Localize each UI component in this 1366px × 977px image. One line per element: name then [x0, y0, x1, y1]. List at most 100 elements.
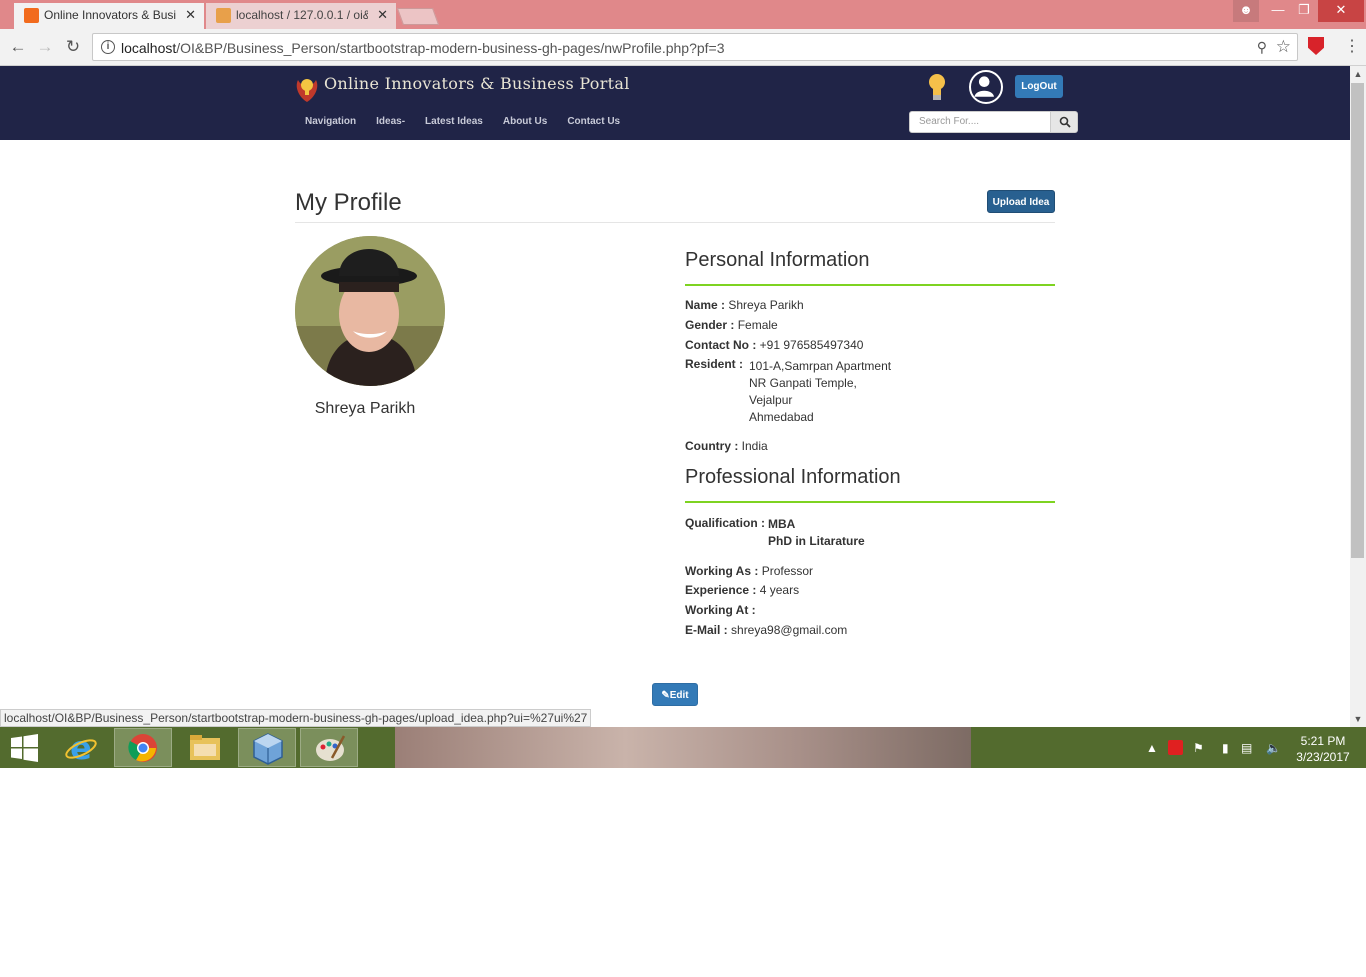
address-block: 101-A,Samrpan Apartment NR Ganpati Templ…	[749, 358, 891, 426]
cube-app-icon	[253, 733, 283, 765]
action-center-flag-icon[interactable]: ⚑	[1193, 741, 1204, 755]
taskbar-chrome[interactable]	[114, 728, 172, 767]
search-button[interactable]	[1050, 111, 1078, 133]
windows-start-icon[interactable]	[11, 734, 39, 762]
lightbulb-icon[interactable]	[927, 72, 947, 102]
page-scrollbar[interactable]: ▲ ▼	[1350, 66, 1366, 727]
forward-arrow-icon[interactable]: →	[34, 36, 56, 58]
upload-idea-button[interactable]: Upload Idea	[987, 190, 1055, 213]
antivirus-tray-icon[interactable]	[1168, 740, 1183, 755]
professional-info-heading: Professional Information	[685, 466, 901, 488]
experience-value: 4 years	[759, 583, 800, 597]
tab-online-innovators[interactable]: Online Innovators & Business Portal ✕	[14, 3, 204, 29]
name-row: Name : Shreya Parikh	[685, 298, 804, 312]
profile-icon[interactable]: ☻	[1233, 0, 1259, 22]
taskbar-paint[interactable]	[300, 728, 358, 767]
address-line: NR Ganpati Temple,	[749, 376, 857, 390]
nav-ideas-label: Ideas	[376, 116, 402, 127]
edit-profile-button[interactable]: ✎Edit	[652, 683, 698, 706]
email-value: shreya98@gmail.com	[731, 623, 848, 637]
gender-label: Gender :	[685, 318, 735, 332]
resident-label: Resident :	[685, 357, 744, 371]
email-label: E-Mail :	[685, 623, 728, 637]
title-divider	[295, 222, 1055, 223]
back-arrow-icon[interactable]: ←	[7, 36, 29, 58]
chrome-menu-icon[interactable]: ⋮	[1344, 36, 1360, 56]
nav-navigation[interactable]: Navigation	[305, 116, 356, 127]
resident-row: Resident :	[685, 357, 743, 371]
profile-photo	[295, 236, 445, 386]
battery-icon[interactable]: ▮	[1222, 741, 1229, 755]
scrollbar-thumb[interactable]	[1351, 83, 1364, 558]
taskbar-virtualbox[interactable]	[238, 728, 296, 767]
brand-logo-icon[interactable]	[294, 74, 320, 104]
tab-phpmyadmin[interactable]: localhost / 127.0.0.1 / oi&bp ✕	[206, 3, 396, 29]
address-line: Vejalpur	[749, 393, 793, 407]
working-as-label: Working As :	[685, 564, 759, 578]
contact-value: +91 976585497340	[759, 338, 864, 352]
nav-latest-ideas[interactable]: Latest Ideas	[425, 116, 483, 127]
minimize-button[interactable]: —	[1265, 0, 1291, 22]
bookmark-star-icon[interactable]: ☆	[1276, 37, 1291, 57]
folder-icon	[190, 735, 220, 760]
qualification-label: Qualification :	[685, 516, 766, 530]
profile-name: Shreya Parikh	[314, 400, 416, 417]
page-title: My Profile	[295, 189, 402, 216]
working-at-row: Working At :	[685, 603, 756, 617]
qualification-row: Qualification :	[685, 516, 765, 530]
svg-text:e: e	[70, 730, 92, 766]
brand-title[interactable]: Online Innovators & Business Portal	[324, 74, 630, 93]
qualification-item: MBA	[768, 517, 796, 531]
qualification-item: PhD in Litarature	[768, 534, 865, 548]
address-line: 101-A,Samrpan Apartment	[749, 359, 892, 373]
tab-title: localhost / 127.0.0.1 / oi&bp	[236, 8, 368, 22]
email-row: E-Mail : shreya98@gmail.com	[685, 623, 847, 637]
xampp-favicon-icon	[24, 8, 39, 23]
country-value: India	[741, 439, 768, 453]
taskbar-file-explorer[interactable]	[176, 728, 234, 767]
page-viewport: Online Innovators & Business Portal Navi…	[0, 66, 1350, 727]
user-profile-icon[interactable]	[969, 70, 1003, 104]
browser-titlebar: Online Innovators & Business Portal ✕ lo…	[0, 0, 1366, 29]
logout-button[interactable]: LogOut	[1015, 75, 1063, 98]
search-icon	[1059, 116, 1071, 128]
paint-palette-icon	[316, 735, 346, 761]
show-hidden-icons-chevron-icon[interactable]: ▲	[1146, 741, 1158, 755]
taskbar-ie[interactable]: e	[52, 728, 110, 767]
tab-title: Online Innovators & Business Portal	[44, 8, 176, 22]
name-value: Shreya Parikh	[728, 298, 804, 312]
phpmyadmin-favicon-icon	[216, 8, 231, 23]
experience-row: Experience : 4 years	[685, 583, 799, 597]
close-tab-icon[interactable]: ✕	[185, 3, 196, 27]
search-input[interactable]: Search For....	[909, 111, 1051, 133]
browser-toolbar: ← → ↻ i localhost/OI&BP/Business_Person/…	[0, 29, 1366, 66]
personal-info-divider	[685, 284, 1055, 286]
professional-info-divider	[685, 501, 1055, 503]
volume-speaker-icon[interactable]: 🔈	[1266, 741, 1281, 755]
close-tab-icon[interactable]: ✕	[377, 3, 388, 27]
contact-label: Contact No :	[685, 338, 757, 352]
scroll-up-arrow-icon[interactable]: ▲	[1350, 66, 1366, 82]
system-clock[interactable]: 5:21 PM 3/23/2017	[1290, 733, 1356, 765]
close-window-button[interactable]: ✕	[1318, 0, 1364, 22]
nav-ideas-dropdown[interactable]: Ideas-	[376, 116, 405, 127]
windows-taskbar: e ▲ ⚑ ▮ ▤ 🔈 5:21 PM 3/23/2017	[0, 727, 1366, 768]
edit-icon: ✎	[661, 690, 670, 701]
zoom-icon[interactable]: ⚲	[1257, 39, 1267, 56]
clock-date: 3/23/2017	[1296, 750, 1350, 764]
shield-extension-icon[interactable]	[1308, 37, 1324, 55]
restore-button[interactable]: ❐	[1291, 0, 1317, 22]
profile-photo-image	[295, 236, 445, 386]
main-nav: Navigation Ideas- Latest Ideas About Us …	[305, 116, 620, 127]
network-signal-icon[interactable]: ▤	[1241, 741, 1252, 755]
address-bar[interactable]: i localhost/OI&BP/Business_Person/startb…	[92, 33, 1298, 61]
reload-icon[interactable]: ↻	[62, 36, 84, 58]
working-at-label: Working At :	[685, 603, 756, 617]
info-icon[interactable]: i	[101, 40, 115, 54]
nav-contact-us[interactable]: Contact Us	[567, 116, 620, 127]
working-as-value: Professor	[761, 564, 814, 578]
name-label: Name :	[685, 298, 726, 312]
scroll-down-arrow-icon[interactable]: ▼	[1350, 711, 1366, 727]
nav-about-us[interactable]: About Us	[503, 116, 547, 127]
new-tab-button[interactable]	[396, 8, 440, 25]
